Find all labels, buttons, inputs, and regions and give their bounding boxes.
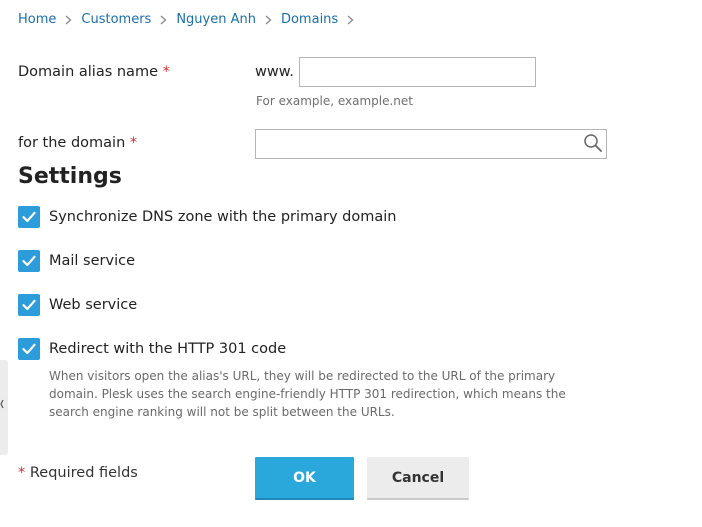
alias-name-label: Domain alias name * xyxy=(18,63,170,81)
checkmark-icon[interactable] xyxy=(18,250,40,272)
alias-name-input[interactable] xyxy=(299,57,536,87)
mail-service-checkbox[interactable]: Mail service xyxy=(18,250,135,272)
domain-label-text: for the domain xyxy=(18,135,126,151)
sync-dns-checkbox[interactable]: Synchronize DNS zone with the primary do… xyxy=(18,206,396,228)
chevron-right-icon xyxy=(65,15,72,25)
breadcrumb: Home Customers Nguyen Anh Domains xyxy=(18,12,363,28)
cancel-button[interactable]: Cancel xyxy=(367,457,469,500)
chevron-right-icon xyxy=(265,15,272,25)
search-icon[interactable] xyxy=(583,133,603,153)
required-fields-text: Required fields xyxy=(29,465,138,481)
redirect-301-checkbox[interactable]: Redirect with the HTTP 301 code xyxy=(18,338,286,360)
breadcrumb-customer-name[interactable]: Nguyen Anh xyxy=(176,12,256,28)
checkmark-icon[interactable] xyxy=(18,206,40,228)
required-mark: * xyxy=(162,64,170,80)
domain-label: for the domain * xyxy=(18,134,137,152)
www-prefix: www. xyxy=(255,64,294,80)
alias-name-hint: For example, example.net xyxy=(256,94,414,108)
breadcrumb-home[interactable]: Home xyxy=(18,12,56,28)
required-mark: * xyxy=(129,135,138,151)
add-domain-alias-page: Home Customers Nguyen Anh Domains Domain… xyxy=(0,0,702,527)
settings-title: Settings xyxy=(18,164,122,189)
required-mark: * xyxy=(18,465,26,481)
mail-service-label: Mail service xyxy=(49,253,136,269)
redirect-301-label: Redirect with the HTTP 301 code xyxy=(49,341,287,357)
checkmark-icon[interactable] xyxy=(18,294,40,316)
breadcrumb-customers[interactable]: Customers xyxy=(81,12,151,28)
required-fields-note: * Required fields xyxy=(18,464,138,482)
ok-button[interactable]: OK xyxy=(255,457,354,500)
domain-search-input[interactable] xyxy=(255,129,607,159)
alias-name-label-text: Domain alias name xyxy=(18,64,158,80)
chevron-right-icon xyxy=(347,15,354,25)
redirect-description: When visitors open the alias's URL, they… xyxy=(49,369,566,419)
web-service-label: Web service xyxy=(49,297,138,313)
sync-dns-label: Synchronize DNS zone with the primary do… xyxy=(49,209,397,225)
chevron-right-icon xyxy=(160,15,167,25)
web-service-checkbox[interactable]: Web service xyxy=(18,294,137,316)
chevron-left-icon xyxy=(0,398,5,413)
breadcrumb-domains[interactable]: Domains xyxy=(281,12,338,28)
checkmark-icon[interactable] xyxy=(18,338,40,360)
